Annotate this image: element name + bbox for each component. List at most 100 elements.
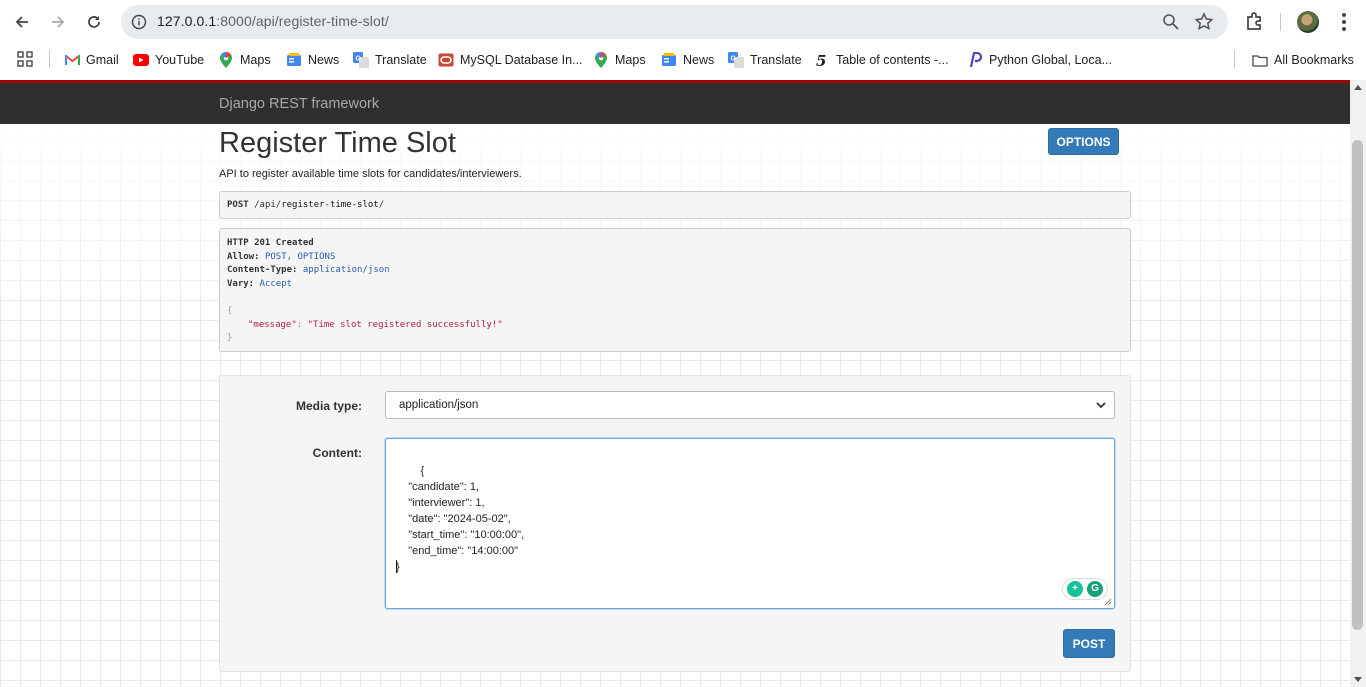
bookmark-mysql[interactable]: MySQL Database In... (438, 50, 583, 70)
bookmark-label: Maps (240, 53, 271, 67)
vary-header-key: Vary: (227, 278, 255, 289)
profile-avatar[interactable] (1297, 11, 1319, 33)
forward-button[interactable] (44, 8, 72, 36)
translate-icon: G (353, 52, 369, 68)
toolbar-divider (1280, 13, 1281, 31)
response-info: HTTP 201 Created Allow: POST, OPTIONS Co… (219, 228, 1131, 352)
content-text: { "candidate": 1, "interviewer": 1, "dat… (396, 465, 525, 573)
grammarly-widget[interactable]: + G (1062, 578, 1108, 600)
bookmark-label: News (683, 53, 715, 67)
python-icon (967, 52, 983, 68)
chevron-down-icon (1096, 402, 1106, 409)
back-button[interactable] (8, 8, 36, 36)
translate-icon: G (728, 52, 744, 68)
forward-arrow-icon (52, 16, 65, 28)
media-type-select[interactable]: application/json (385, 391, 1115, 419)
json-message-key: "message" (248, 319, 297, 330)
bookmarks-divider (49, 50, 50, 68)
url-path: :8000/api/register-time-slot/ (216, 13, 389, 29)
scroll-down-arrow-icon[interactable] (1354, 677, 1362, 682)
json-message-value: "Time slot registered successfully!" (307, 319, 503, 330)
resize-handle-icon[interactable] (1104, 598, 1112, 606)
bookmark-label: Gmail (86, 53, 119, 67)
url-text[interactable]: 127.0.0.1:8000/api/register-time-slot/ (157, 13, 389, 29)
bookmark-gmail[interactable]: Gmail (64, 50, 119, 70)
page-description: API to register available time slots for… (219, 168, 522, 180)
bookmark-star-icon[interactable] (1194, 12, 1214, 32)
text-caret (396, 560, 397, 573)
page-scrollbar[interactable] (1350, 80, 1366, 687)
content-type-header-value: application/json (302, 265, 390, 276)
suggestion-bulb-icon[interactable]: + (1067, 581, 1083, 597)
content-textarea[interactable]: { "candidate": 1, "interviewer": 1, "dat… (385, 438, 1115, 609)
news-icon (661, 52, 677, 68)
apps-grid-icon[interactable] (17, 51, 33, 67)
bookmark-maps-2[interactable]: Maps (593, 50, 646, 70)
page-viewport: Django REST framework Register Time Slot… (0, 80, 1350, 687)
zoom-icon[interactable] (1161, 12, 1181, 32)
bookmark-news[interactable]: News (286, 50, 339, 70)
allow-header-key: Allow: (227, 251, 260, 262)
bookmark-translate-2[interactable]: G Translate (728, 50, 802, 70)
bookmark-label: Python Global, Loca... (989, 53, 1112, 67)
navbar: Django REST framework (0, 83, 1350, 124)
bookmark-label: Translate (750, 53, 802, 67)
bookmark-label: Table of contents -... (836, 53, 949, 67)
bookmark-label: Maps (615, 53, 646, 67)
brand-link[interactable]: Django REST framework (219, 96, 379, 112)
all-bookmarks[interactable]: All Bookmarks (1252, 50, 1354, 70)
browser-toolbar: 127.0.0.1:8000/api/register-time-slot/ (0, 0, 1366, 44)
youtube-icon (133, 52, 149, 68)
bookmark-table-of-contents[interactable]: 5 Table of contents -... (814, 50, 949, 70)
bookmark-label: News (308, 53, 340, 67)
url-host: 127.0.0.1 (157, 13, 217, 29)
allow-header-value: POST, OPTIONS (264, 251, 336, 262)
all-bookmarks-label: All Bookmarks (1274, 53, 1354, 67)
maps-icon (593, 52, 609, 68)
request-info: POST /api/register-time-slot/ (219, 191, 1131, 219)
back-arrow-icon (15, 16, 28, 28)
json-close-brace: } (227, 333, 233, 344)
svg-text:G: G (356, 56, 362, 63)
html5-icon: 5 (814, 52, 830, 68)
scrollbar-thumb[interactable] (1352, 140, 1363, 630)
reload-icon (88, 16, 100, 28)
reload-button[interactable] (80, 8, 108, 36)
bookmark-youtube[interactable]: YouTube (133, 50, 204, 70)
maps-icon (218, 52, 234, 68)
gmail-icon (64, 52, 80, 68)
more-menu-icon[interactable] (1332, 10, 1356, 34)
response-status: HTTP 201 Created (227, 238, 314, 248)
page-title: Register Time Slot (219, 127, 456, 159)
bookmark-translate[interactable]: G Translate (353, 50, 427, 70)
options-button[interactable]: OPTIONS (1048, 128, 1119, 155)
request-path-suffix: / (378, 200, 385, 210)
site-info-icon[interactable] (131, 14, 147, 30)
folder-icon (1252, 52, 1268, 68)
content-type-header-key: Content-Type: (227, 265, 298, 276)
bookmarks-bar: Gmail YouTube Maps News G Translate MySQ… (0, 44, 1366, 74)
json-colon: : (296, 319, 303, 330)
request-path-name[interactable]: register-time-slot (281, 200, 379, 210)
oracle-icon (438, 52, 454, 68)
address-bar[interactable]: 127.0.0.1:8000/api/register-time-slot/ (121, 5, 1228, 39)
bookmark-label: MySQL Database In... (460, 53, 583, 67)
request-path-prefix: /api/ (254, 200, 282, 210)
extensions-icon[interactable] (1243, 10, 1267, 34)
vary-header-value: Accept (259, 278, 293, 289)
bookmark-news-2[interactable]: News (661, 50, 714, 70)
bookmark-maps[interactable]: Maps (218, 50, 271, 70)
svg-text:5: 5 (816, 52, 826, 68)
bookmark-label: YouTube (155, 53, 205, 67)
bookmark-label: Translate (375, 53, 427, 67)
news-icon (286, 52, 302, 68)
bookmark-python[interactable]: Python Global, Loca... (967, 50, 1112, 70)
grammarly-icon[interactable]: G (1087, 581, 1103, 597)
main-content: Register Time Slot OPTIONS API to regist… (0, 124, 1350, 687)
raw-data-form: Media type: application/json Content: { … (219, 375, 1131, 672)
bookmarks-divider (1234, 50, 1235, 68)
post-button[interactable]: POST (1063, 629, 1115, 658)
scroll-up-arrow-icon[interactable] (1354, 85, 1362, 90)
media-type-value: application/json (399, 399, 479, 411)
request-method: POST (227, 200, 249, 210)
